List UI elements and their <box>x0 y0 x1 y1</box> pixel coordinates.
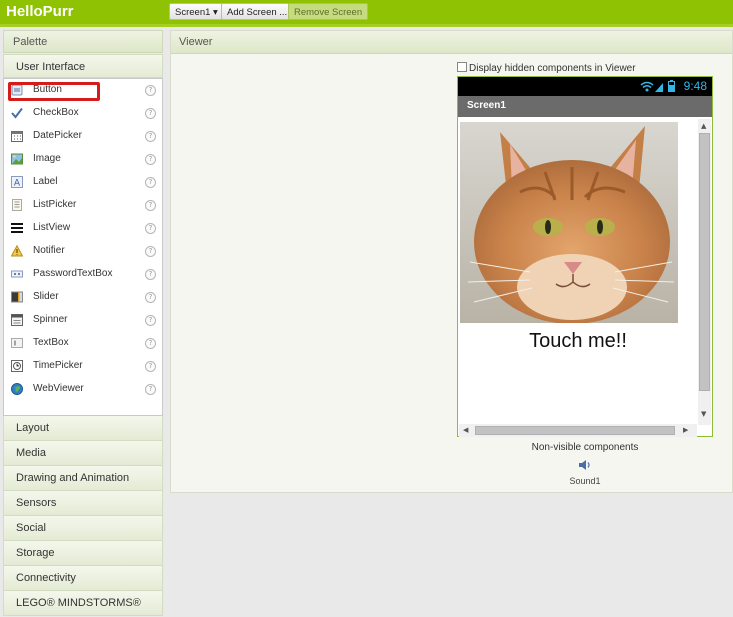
add-screen-button[interactable]: Add Screen ... <box>221 3 294 20</box>
screen-title-bar: Screen1 <box>458 96 712 117</box>
category-layout[interactable]: Layout <box>3 416 163 441</box>
component-list: Button ? CheckBox ? DatePicker ? Image ?… <box>3 78 163 416</box>
help-icon[interactable]: ? <box>145 154 156 165</box>
top-bar: HelloPurr Screen1 ▾ Add Screen ... Remov… <box>0 0 733 24</box>
palette-item-spinner[interactable]: Spinner ? <box>4 309 161 332</box>
help-icon[interactable]: ? <box>145 246 156 257</box>
viewer-panel: Viewer Display hidden components in View… <box>170 30 733 493</box>
palette-item-checkbox[interactable]: CheckBox ? <box>4 102 161 125</box>
scroll-right-arrow-icon[interactable]: ▶ <box>683 426 688 434</box>
textbox-icon <box>11 338 23 348</box>
palette-item-webviewer[interactable]: WebViewer ? <box>4 378 161 401</box>
help-icon[interactable]: ? <box>145 269 156 280</box>
help-icon[interactable]: ? <box>145 223 156 234</box>
speaker-icon[interactable] <box>578 459 592 471</box>
help-icon[interactable]: ? <box>145 361 156 372</box>
screen-dropdown[interactable]: Screen1 ▾ <box>169 3 224 20</box>
palette-item-label: Spinner <box>33 314 68 325</box>
scroll-down-arrow-icon[interactable]: ▼ <box>701 410 706 418</box>
palette-item-label: ListPicker <box>33 199 77 210</box>
timepicker-icon <box>11 360 23 372</box>
palette-item-datepicker[interactable]: DatePicker ? <box>4 125 161 148</box>
scroll-up-arrow-icon[interactable]: ▲ <box>701 122 706 130</box>
palette-item-label: TimePicker <box>33 360 83 371</box>
palette-item-label[interactable]: A Label ? <box>4 171 161 194</box>
category-drawing-and-animation[interactable]: Drawing and Animation <box>3 466 163 491</box>
vertical-scroll-thumb[interactable] <box>699 133 710 391</box>
palette-header: Palette <box>3 30 163 53</box>
palette-item-label: Image <box>33 153 61 164</box>
app-title: HelloPurr <box>6 3 74 20</box>
help-icon[interactable]: ? <box>145 338 156 349</box>
category-lego-mindstorms[interactable]: LEGO® MINDSTORMS® <box>3 591 163 616</box>
palette-item-listview[interactable]: ListView ? <box>4 217 161 240</box>
palette-item-timepicker[interactable]: TimePicker ? <box>4 355 161 378</box>
screen-title: Screen1 <box>467 100 506 111</box>
nonvisible-components-label: Non-visible components <box>531 442 639 453</box>
help-icon[interactable]: ? <box>145 131 156 142</box>
remove-screen-button[interactable]: Remove Screen <box>288 3 369 20</box>
palette-item-label: TextBox <box>33 337 69 348</box>
image-icon <box>11 153 23 165</box>
datepicker-icon <box>11 131 23 142</box>
notifier-icon <box>11 245 23 257</box>
help-icon[interactable]: ? <box>145 292 156 303</box>
palette-item-label: ListView <box>33 222 71 233</box>
help-icon[interactable]: ? <box>145 200 156 211</box>
listview-icon <box>11 223 23 233</box>
sound1-label[interactable]: Sound1 <box>457 476 713 486</box>
webviewer-icon <box>11 383 23 395</box>
category-storage[interactable]: Storage <box>3 541 163 566</box>
touch-me-button[interactable]: Touch me!! <box>458 330 698 353</box>
help-icon[interactable]: ? <box>145 315 156 326</box>
palette-item-textbox[interactable]: TextBox ? <box>4 332 161 355</box>
palette-item-label: CheckBox <box>33 107 79 118</box>
viewer-header: Viewer <box>171 31 732 54</box>
scroll-left-arrow-icon[interactable]: ◀ <box>463 426 468 434</box>
help-icon[interactable]: ? <box>145 108 156 119</box>
palette-item-notifier[interactable]: Notifier ? <box>4 240 161 263</box>
toolbar-divider <box>0 24 733 27</box>
slider-icon <box>11 291 23 303</box>
phone-preview: 9:48 Screen1 Touch me!! ▲ ▼ ◀ ▶ <box>457 76 713 437</box>
listpicker-icon <box>12 199 22 211</box>
category-social[interactable]: Social <box>3 516 163 541</box>
palette-item-label: Notifier <box>33 245 65 256</box>
help-icon[interactable]: ? <box>145 384 156 395</box>
category-sensors[interactable]: Sensors <box>3 491 163 516</box>
category-connectivity[interactable]: Connectivity <box>3 566 163 591</box>
checkbox-box[interactable] <box>457 62 467 72</box>
category-media[interactable]: Media <box>3 441 163 466</box>
help-icon[interactable]: ? <box>145 177 156 188</box>
palette-item-label: Slider <box>33 291 59 302</box>
label-icon: A <box>11 176 23 188</box>
palette-item-label: PasswordTextBox <box>33 268 113 279</box>
palette-item-passwordtextbox[interactable]: PasswordTextBox ? <box>4 263 161 286</box>
category-user-interface[interactable]: User Interface <box>3 54 163 78</box>
checkbox-icon <box>11 107 23 119</box>
palette-item-label: DatePicker <box>33 130 82 141</box>
display-hidden-checkbox[interactable]: Display hidden components in Viewer <box>457 62 636 74</box>
palette-item-listpicker[interactable]: ListPicker ? <box>4 194 161 217</box>
wifi-signal-battery-icon <box>640 80 675 92</box>
passwordtextbox-icon <box>11 270 23 278</box>
palette-item-label: WebViewer <box>33 383 84 394</box>
button-highlight-box <box>8 82 100 101</box>
display-hidden-label: Display hidden components in Viewer <box>469 63 636 74</box>
palette-item-slider[interactable]: Slider ? <box>4 286 161 309</box>
palette-panel: Palette User Interface Button ? CheckBox… <box>3 30 163 617</box>
help-icon[interactable]: ? <box>145 85 156 96</box>
palette-item-image[interactable]: Image ? <box>4 148 161 171</box>
status-time: 9:48 <box>683 79 707 93</box>
status-bar: 9:48 <box>458 77 712 96</box>
horizontal-scroll-thumb[interactable] <box>475 426 675 435</box>
spinner-icon <box>11 314 23 326</box>
svg-text:A: A <box>14 179 21 189</box>
cat-image[interactable] <box>460 122 678 323</box>
palette-item-label: Label <box>33 176 58 187</box>
